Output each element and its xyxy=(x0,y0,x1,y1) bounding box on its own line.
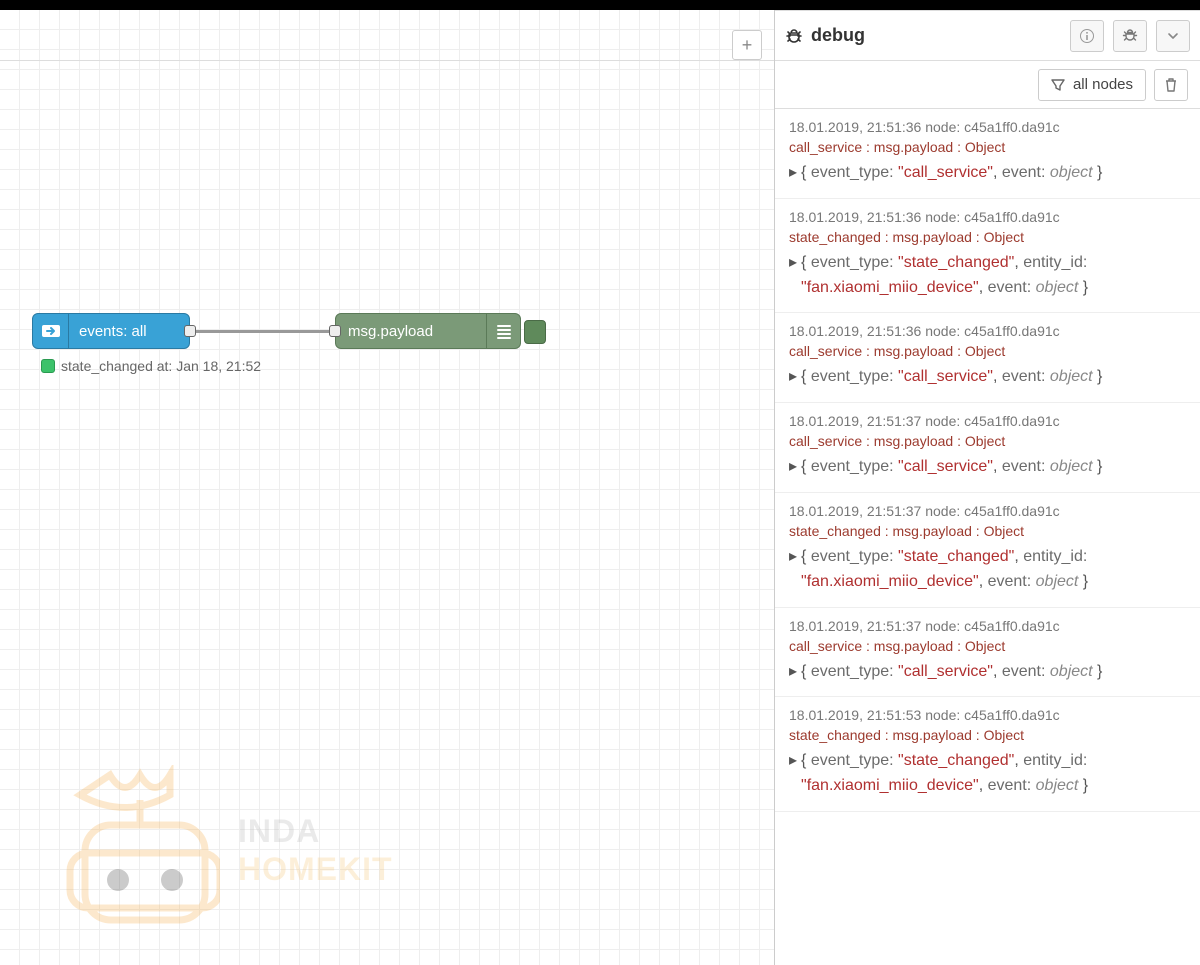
debug-message-list[interactable]: 18.01.2019, 21:51:36 node: c45a1ff0.da91… xyxy=(775,109,1200,965)
msg-node-link[interactable]: node: c45a1ff0.da91c xyxy=(921,323,1059,339)
msg-payload[interactable]: { event_type: "call_service", event: obj… xyxy=(801,660,1102,685)
msg-topic: state_changed : msg.payload : Object xyxy=(789,523,1186,539)
window-topbar xyxy=(0,0,1200,10)
watermark-line2: HOMEKIT xyxy=(238,850,393,888)
msg-node-link[interactable]: node: c45a1ff0.da91c xyxy=(921,503,1059,519)
robot-logo-icon xyxy=(60,765,220,935)
node-wire[interactable] xyxy=(188,330,336,333)
expand-toggle[interactable]: ▸ xyxy=(789,251,797,276)
msg-timestamp: 18.01.2019, 21:51:37 xyxy=(789,503,921,519)
debug-message: 18.01.2019, 21:51:36 node: c45a1ff0.da91… xyxy=(775,313,1200,403)
events-all-node[interactable]: events: all state_changed at: Jan 18, 21… xyxy=(32,313,190,349)
status-dot-icon xyxy=(41,359,55,373)
debug-tab-button[interactable] xyxy=(1113,20,1147,52)
tab-divider xyxy=(0,60,774,61)
msg-timestamp: 18.01.2019, 21:51:37 xyxy=(789,413,921,429)
flow-canvas[interactable]: + events: all state_changed at: Jan 18, … xyxy=(0,10,774,965)
msg-topic: call_service : msg.payload : Object xyxy=(789,638,1186,654)
arrow-right-icon xyxy=(33,314,69,348)
debug-node-label: msg.payload xyxy=(336,323,486,340)
msg-payload[interactable]: { event_type: "state_changed", entity_id… xyxy=(801,749,1186,799)
msg-timestamp: 18.01.2019, 21:51:36 xyxy=(789,119,921,135)
node-status: state_changed at: Jan 18, 21:52 xyxy=(41,358,261,374)
msg-topic: call_service : msg.payload : Object xyxy=(789,343,1186,359)
debug-toggle-button[interactable] xyxy=(524,320,546,344)
debug-message: 18.01.2019, 21:51:37 node: c45a1ff0.da91… xyxy=(775,608,1200,698)
sidebar-title: debug xyxy=(811,25,865,46)
debug-sidebar: debug all nodes 18.01. xyxy=(775,10,1200,965)
filter-label: all nodes xyxy=(1073,76,1133,93)
watermark-line1: INDA xyxy=(238,812,393,850)
msg-topic: state_changed : msg.payload : Object xyxy=(789,229,1186,245)
msg-payload[interactable]: { event_type: "state_changed", entity_id… xyxy=(801,545,1186,595)
msg-node-link[interactable]: node: c45a1ff0.da91c xyxy=(921,413,1059,429)
debug-node[interactable]: msg.payload xyxy=(335,313,521,349)
events-node-label: events: all xyxy=(69,323,157,340)
list-icon xyxy=(486,314,520,348)
clear-debug-button[interactable] xyxy=(1154,69,1188,101)
expand-toggle[interactable]: ▸ xyxy=(789,455,797,480)
debug-message: 18.01.2019, 21:51:37 node: c45a1ff0.da91… xyxy=(775,493,1200,608)
trash-icon xyxy=(1164,77,1178,93)
expand-toggle[interactable]: ▸ xyxy=(789,749,797,774)
debug-message: 18.01.2019, 21:51:36 node: c45a1ff0.da91… xyxy=(775,199,1200,314)
flow-editor: + events: all state_changed at: Jan 18, … xyxy=(0,10,775,965)
node-output-port[interactable] xyxy=(184,325,196,337)
bug-icon xyxy=(785,27,803,45)
msg-topic: state_changed : msg.payload : Object xyxy=(789,727,1186,743)
msg-timestamp: 18.01.2019, 21:51:37 xyxy=(789,618,921,634)
filter-button[interactable]: all nodes xyxy=(1038,69,1146,101)
expand-toggle[interactable]: ▸ xyxy=(789,545,797,570)
msg-timestamp: 18.01.2019, 21:51:53 xyxy=(789,707,921,723)
expand-toggle[interactable]: ▸ xyxy=(789,161,797,186)
msg-node-link[interactable]: node: c45a1ff0.da91c xyxy=(921,209,1059,225)
debug-message: 18.01.2019, 21:51:53 node: c45a1ff0.da91… xyxy=(775,697,1200,812)
expand-toggle[interactable]: ▸ xyxy=(789,365,797,390)
msg-timestamp: 18.01.2019, 21:51:36 xyxy=(789,323,921,339)
msg-timestamp: 18.01.2019, 21:51:36 xyxy=(789,209,921,225)
node-status-text: state_changed at: Jan 18, 21:52 xyxy=(61,358,261,374)
msg-payload[interactable]: { event_type: "state_changed", entity_id… xyxy=(801,251,1186,301)
node-input-port[interactable] xyxy=(329,325,341,337)
add-tab-button[interactable]: + xyxy=(732,30,762,60)
msg-node-link[interactable]: node: c45a1ff0.da91c xyxy=(921,707,1059,723)
expand-toggle[interactable]: ▸ xyxy=(789,660,797,685)
msg-payload[interactable]: { event_type: "call_service", event: obj… xyxy=(801,365,1102,390)
filter-icon xyxy=(1051,78,1065,92)
msg-node-link[interactable]: node: c45a1ff0.da91c xyxy=(921,618,1059,634)
debug-message: 18.01.2019, 21:51:37 node: c45a1ff0.da91… xyxy=(775,403,1200,493)
msg-payload[interactable]: { event_type: "call_service", event: obj… xyxy=(801,161,1102,186)
msg-topic: call_service : msg.payload : Object xyxy=(789,139,1186,155)
sidebar-menu-button[interactable] xyxy=(1156,20,1190,52)
msg-topic: call_service : msg.payload : Object xyxy=(789,433,1186,449)
info-tab-button[interactable] xyxy=(1070,20,1104,52)
sidebar-toolbar: all nodes xyxy=(775,61,1200,109)
watermark: INDA HOMEKIT xyxy=(60,765,393,935)
sidebar-header: debug xyxy=(775,11,1200,61)
debug-message: 18.01.2019, 21:51:36 node: c45a1ff0.da91… xyxy=(775,109,1200,199)
msg-node-link[interactable]: node: c45a1ff0.da91c xyxy=(921,119,1059,135)
msg-payload[interactable]: { event_type: "call_service", event: obj… xyxy=(801,455,1102,480)
